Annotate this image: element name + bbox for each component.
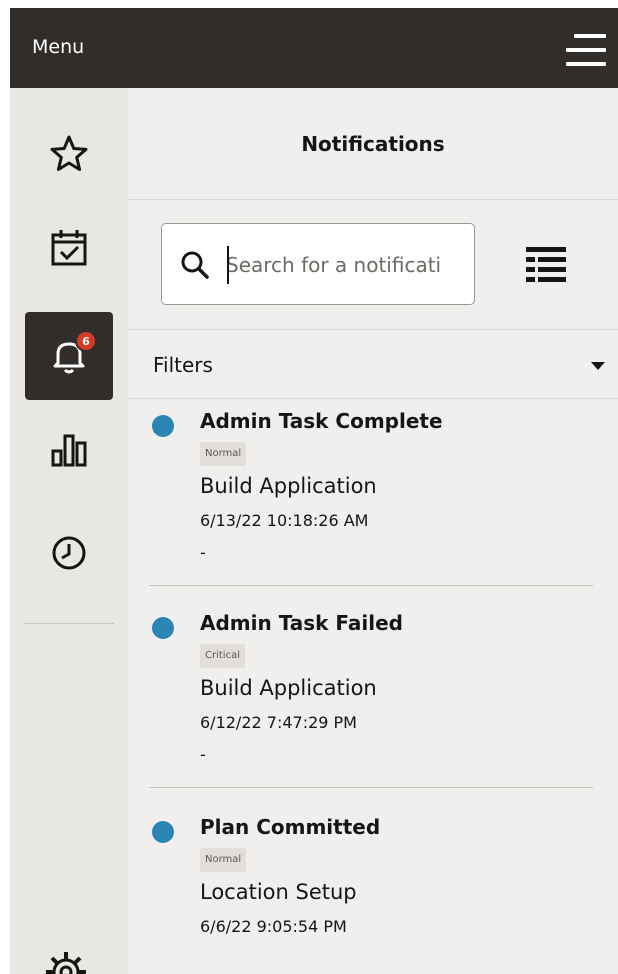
sidebar-item-tasks[interactable] (25, 204, 113, 292)
menu-title: Menu (32, 36, 85, 58)
notification-item[interactable]: Admin Task Failed Critical Build Applica… (128, 602, 618, 804)
notification-title: Admin Task Failed (200, 611, 403, 635)
notification-timestamp: 6/13/22 10:18:26 AM (200, 511, 369, 530)
hamburger-icon[interactable] (564, 28, 606, 72)
gear-icon[interactable] (44, 950, 88, 974)
notification-subject: Build Application (200, 474, 377, 498)
search-input[interactable] (226, 248, 466, 282)
notification-item[interactable]: Admin Task Complete Normal Build Applica… (128, 400, 618, 602)
filters-toggle[interactable]: Filters (128, 329, 618, 399)
notification-title: Plan Committed (200, 815, 381, 839)
caret-down-icon (591, 362, 605, 370)
sidebar-divider (24, 623, 114, 624)
unread-dot (152, 821, 174, 843)
priority-badge: Normal (200, 442, 247, 466)
bar-chart-icon (51, 434, 87, 467)
list-view-icon[interactable] (522, 243, 572, 287)
notification-title: Admin Task Complete (200, 409, 443, 433)
notification-divider (149, 585, 593, 586)
unread-dot (152, 617, 174, 639)
star-icon (50, 135, 88, 171)
notifications-panel: Notifications Filters Admin Task Complet… (128, 88, 618, 974)
notification-timestamp: 6/12/22 7:47:29 PM (200, 713, 357, 732)
notification-extra: - (200, 543, 206, 562)
search-field[interactable] (161, 223, 475, 305)
notification-extra: - (200, 745, 206, 764)
priority-badge: Critical (200, 644, 245, 668)
notification-item[interactable]: Plan Committed Normal Location Setup 6/6… (128, 806, 618, 974)
notification-timestamp: 6/6/22 9:05:54 PM (200, 917, 347, 936)
sidebar-item-recent[interactable] (25, 509, 113, 597)
notification-subject: Location Setup (200, 880, 357, 904)
clock-icon (52, 536, 86, 570)
sidebar: 6 (10, 88, 128, 974)
sidebar-item-favorites[interactable] (25, 110, 113, 198)
calendar-check-icon (51, 230, 87, 266)
top-bar: Menu (10, 8, 618, 88)
sidebar-item-notifications[interactable]: 6 (25, 312, 113, 400)
filters-label: Filters (153, 353, 213, 377)
notification-count-badge: 6 (75, 330, 97, 352)
text-cursor (227, 246, 229, 284)
sidebar-item-reports[interactable] (25, 406, 113, 494)
panel-title: Notifications (128, 88, 618, 200)
unread-dot (152, 415, 174, 437)
priority-badge: Normal (200, 848, 247, 872)
notification-divider (149, 787, 593, 788)
search-icon (181, 251, 209, 279)
notification-subject: Build Application (200, 676, 377, 700)
